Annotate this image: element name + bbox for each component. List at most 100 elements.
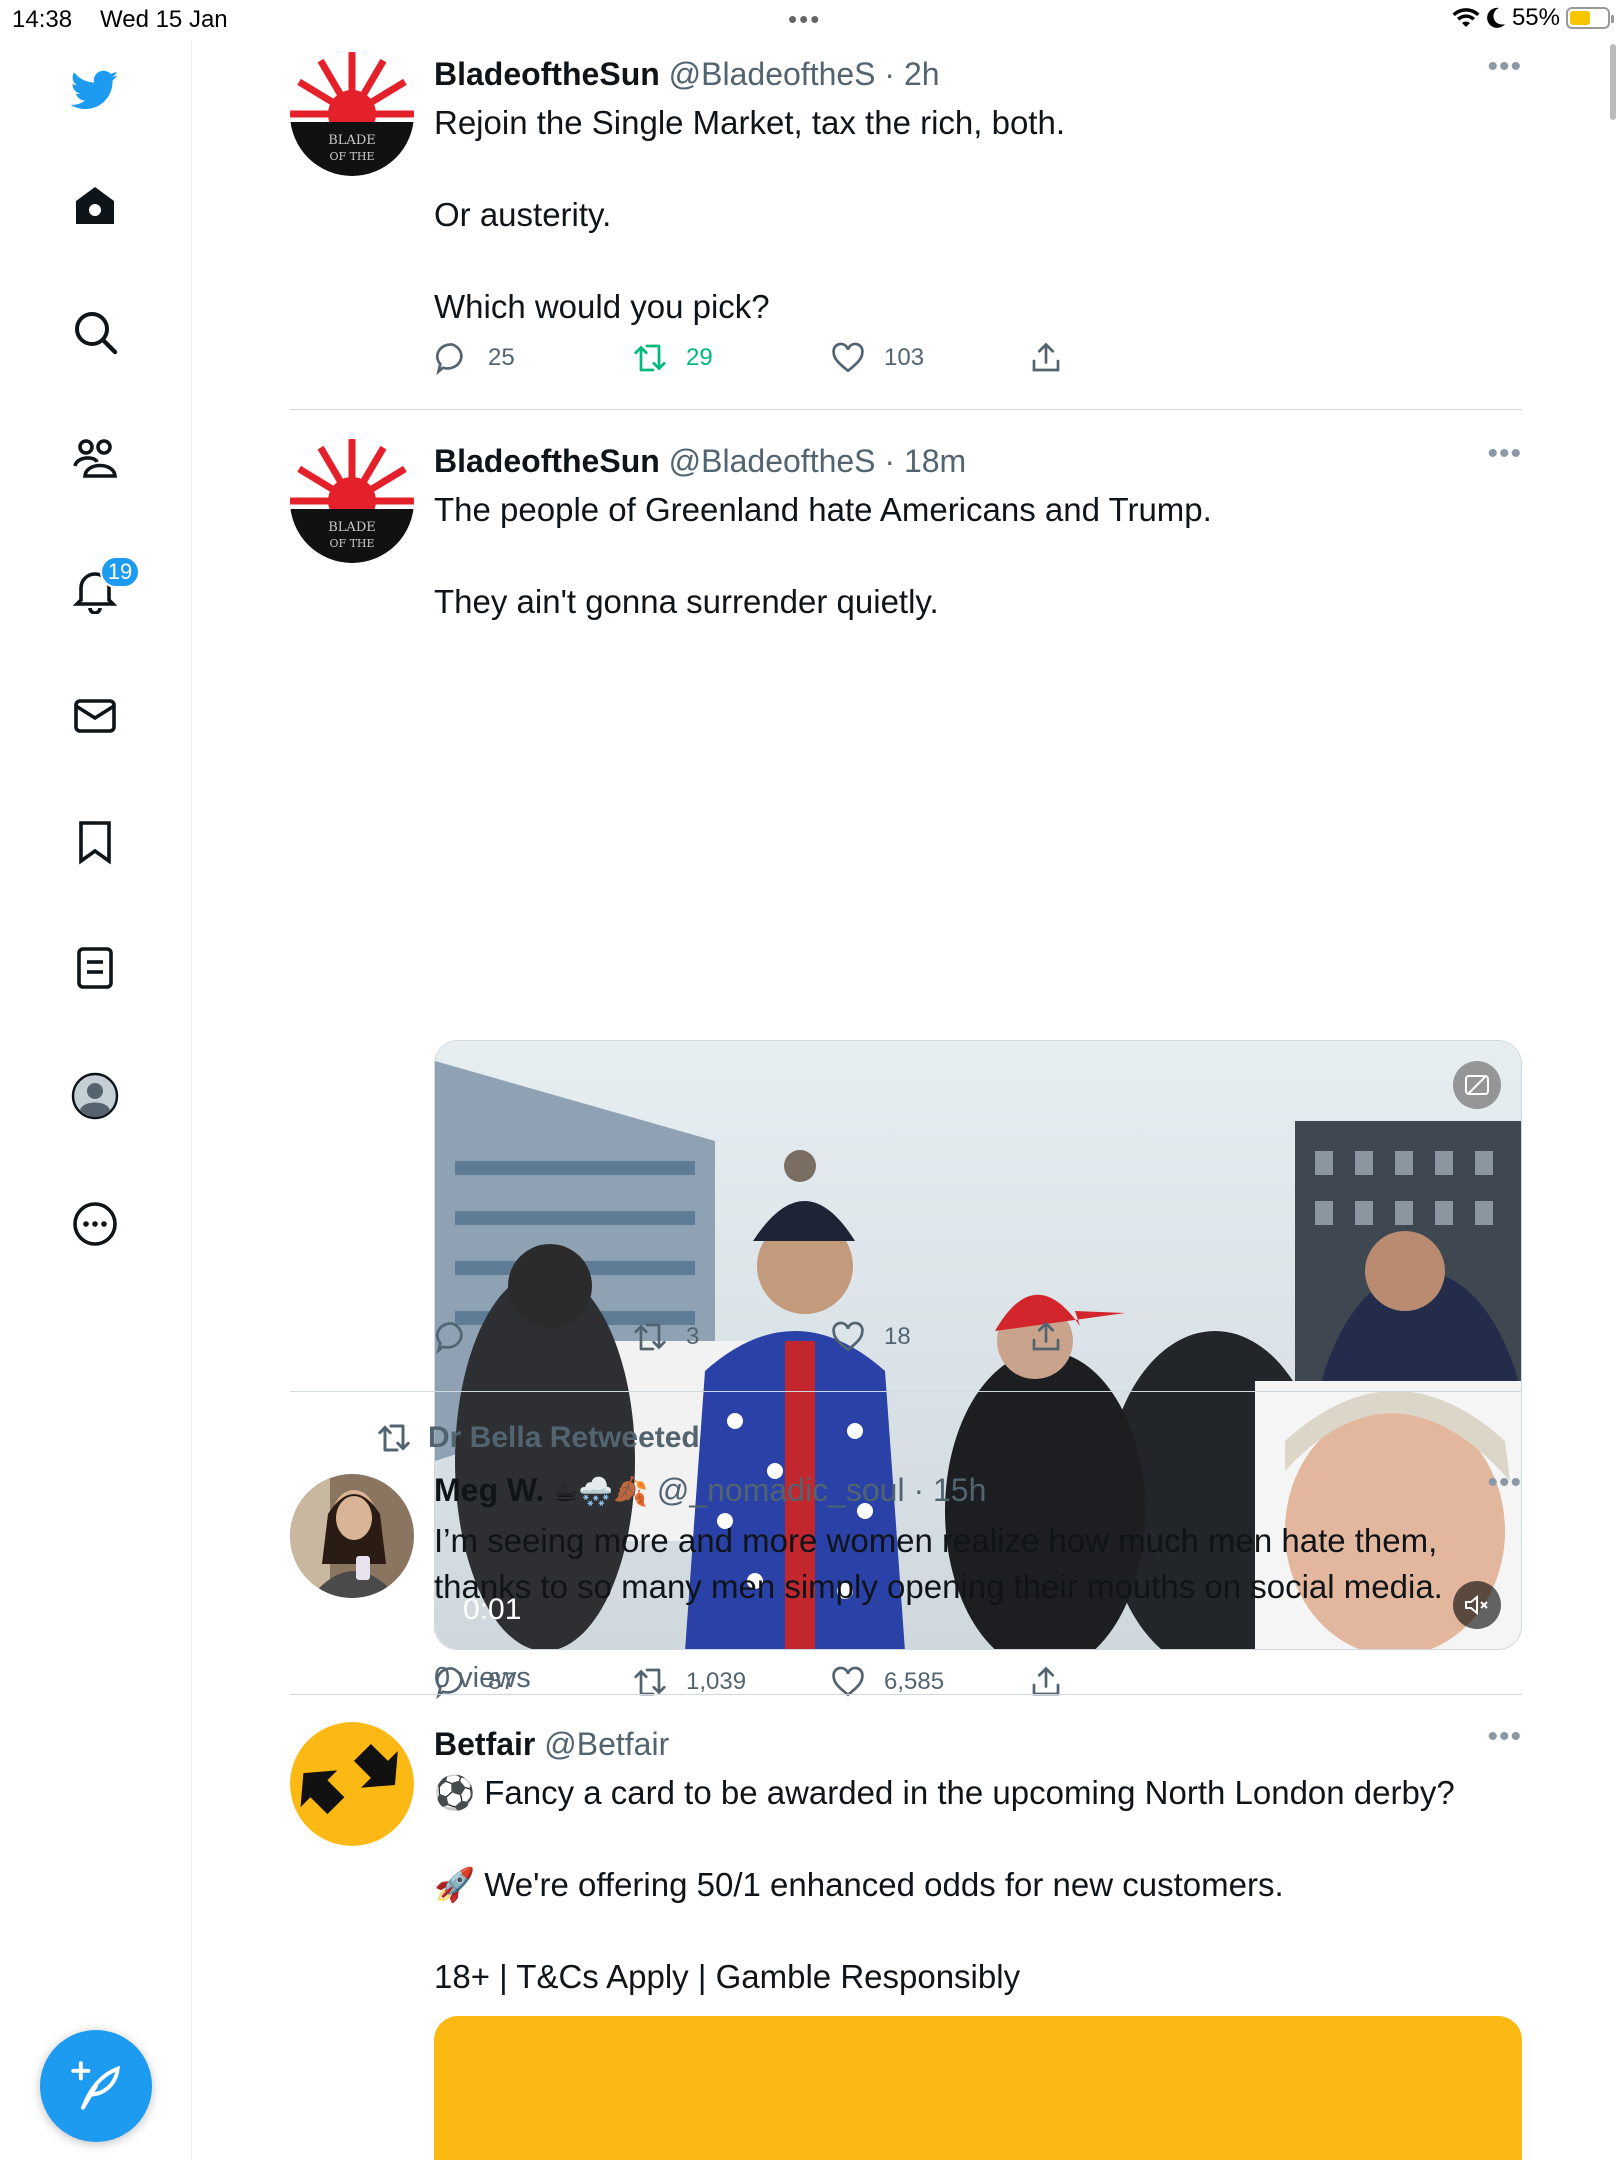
tweet-header: Betfair @Betfair [434, 1722, 1522, 1766]
retweet-count: 29 [686, 344, 713, 371]
share-button[interactable] [1028, 340, 1064, 376]
author-name[interactable]: BladeoftheSun [434, 56, 660, 92]
reply-button[interactable] [434, 1319, 488, 1355]
reply-button[interactable]: 25 [434, 340, 515, 376]
heart-icon [832, 1321, 864, 1352]
like-button[interactable]: 103 [830, 340, 924, 376]
tweet-header: BladeoftheSun @BladeoftheS · 2h [434, 52, 1522, 96]
status-time: 14:38 [12, 6, 73, 33]
multitasking-dots-icon[interactable]: ••• [788, 4, 821, 35]
tweet[interactable]: BLADE OF THE BladeoftheSun @BladeoftheS … [290, 52, 1522, 382]
avatar[interactable]: BLADE OF THE [290, 439, 414, 563]
name-emojis: ☕🌨️🍂 [553, 1476, 648, 1507]
author-name[interactable]: BladeoftheSun [434, 443, 660, 479]
tweet-line: Or austerity. [434, 196, 612, 233]
battery-percent: 55% [1511, 4, 1560, 31]
captions-icon[interactable] [1453, 1061, 1501, 1109]
tweet-header: Meg W. ☕🌨️🍂 @_nomadic_soul · 15h [434, 1468, 1522, 1514]
avatar[interactable] [290, 1722, 414, 1846]
promo-card[interactable] [434, 2016, 1522, 2160]
reply-count: 25 [488, 344, 515, 371]
tweet-time[interactable]: · 2h [884, 56, 939, 92]
tweet-header: BladeoftheSun @BladeoftheS · 18m [434, 439, 1522, 483]
tweet-line: The people of Greenland hate Americans a… [434, 491, 1212, 528]
retweet-icon [634, 1323, 666, 1351]
search-icon[interactable] [67, 304, 123, 360]
retweeted-by[interactable]: Dr Bella Retweeted [376, 1420, 700, 1456]
profile-avatar-icon[interactable] [67, 1068, 123, 1124]
retweet-button[interactable]: 29 [632, 340, 713, 376]
messages-icon[interactable] [67, 688, 123, 744]
tweet-line: They ain't gonna surrender quietly. [434, 583, 939, 620]
retweet-icon [634, 344, 666, 372]
sidebar-nav: 19 [0, 40, 192, 2160]
svg-text:BLADE: BLADE [328, 520, 376, 535]
lists-icon[interactable] [67, 940, 123, 996]
status-date: Wed 15 Jan [100, 6, 228, 33]
retweet-count: 3 [686, 1323, 700, 1350]
communities-icon[interactable] [67, 430, 123, 486]
svg-text:OF THE: OF THE [329, 150, 374, 163]
author-handle[interactable]: @BladeoftheS [669, 443, 876, 479]
author-name[interactable]: Meg W. [434, 1472, 544, 1508]
heart-icon [832, 342, 864, 373]
divider [290, 1694, 1522, 1695]
tweet-actions: 25 29 103 [434, 340, 1134, 388]
reply-count: 87 [488, 1668, 515, 1695]
battery-icon [1566, 7, 1614, 29]
divider [290, 1391, 1522, 1392]
tweet-text: The people of Greenland hate Americans a… [434, 487, 1522, 625]
tweet-line: ⚽ Fancy a card to be awarded in the upco… [434, 1774, 1455, 1811]
tweet-line: Rejoin the Single Market, tax the rich, … [434, 104, 1065, 141]
author-handle[interactable]: @Betfair [544, 1726, 669, 1762]
bookmarks-icon[interactable] [67, 814, 123, 870]
share-icon [1032, 1321, 1060, 1351]
author-handle[interactable]: @BladeoftheS [669, 56, 876, 92]
svg-text:OF THE: OF THE [329, 537, 374, 550]
status-right: 55% [1452, 4, 1614, 32]
tweet-text: Rejoin the Single Market, tax the rich, … [434, 100, 1522, 330]
svg-text:BLADE: BLADE [328, 133, 376, 148]
tweet-actions: 3 18 [434, 1319, 1134, 1367]
like-count: 18 [884, 1323, 911, 1350]
reply-icon [435, 1322, 463, 1355]
tweet-line: I’m seeing more and more women realize h… [434, 1522, 1438, 1559]
tweet-time[interactable]: · 15h [913, 1472, 986, 1508]
author-handle[interactable]: @_nomadic_soul [657, 1472, 905, 1508]
retweet-icon [378, 1424, 410, 1452]
more-options-icon[interactable] [67, 1196, 123, 1252]
scrollbar[interactable] [1610, 44, 1616, 120]
retweet-count: 1,039 [686, 1668, 747, 1695]
moon-icon [1487, 7, 1505, 28]
tweet-time[interactable]: · 18m [884, 443, 966, 479]
retweeted-label: Dr Bella Retweeted [428, 1421, 700, 1454]
more-icon[interactable]: ••• [1487, 439, 1522, 469]
tweet-line: Which would you pick? [434, 288, 770, 325]
more-icon[interactable]: ••• [1487, 1468, 1522, 1498]
author-name[interactable]: Betfair [434, 1726, 535, 1762]
share-button[interactable] [1028, 1319, 1064, 1355]
retweet-button[interactable]: 3 [632, 1319, 699, 1355]
tweet-actions: 87 1,039 6,585 [434, 1664, 1134, 1712]
avatar[interactable]: BLADE OF THE [290, 52, 414, 176]
like-button[interactable]: 18 [830, 1319, 911, 1355]
reply-icon [435, 343, 463, 376]
more-icon[interactable]: ••• [1487, 1722, 1522, 1752]
compose-tweet-button[interactable] [40, 2030, 152, 2142]
tweet-line: thanks to so many men simply opening the… [434, 1568, 1443, 1605]
tweet[interactable]: Betfair @Betfair ••• ⚽ Fancy a card to b… [290, 1722, 1522, 2160]
notifications-badge: 19 [100, 556, 140, 588]
divider [290, 409, 1522, 410]
like-count: 6,585 [884, 1668, 945, 1695]
tweet[interactable]: Dr Bella Retweeted Meg W. ☕🌨️🍂 @_nomadic… [290, 1418, 1522, 1700]
share-icon [1032, 342, 1060, 372]
tweet-line: 18+ | T&Cs Apply | Gamble Responsibly [434, 1958, 1021, 1995]
tweet[interactable]: BLADE OF THE BladeoftheSun @BladeoftheS … [290, 439, 1522, 1694]
home-icon[interactable] [67, 178, 123, 234]
tweet-text: ⚽ Fancy a card to be awarded in the upco… [434, 1770, 1522, 2000]
status-bar: 14:38 Wed 15 Jan ••• 55% [0, 0, 1620, 40]
twitter-logo-icon[interactable] [67, 62, 123, 118]
tweet-line: 🚀 We're offering 50/1 enhanced odds for … [434, 1866, 1284, 1903]
avatar[interactable] [290, 1474, 414, 1598]
more-icon[interactable]: ••• [1487, 52, 1522, 82]
